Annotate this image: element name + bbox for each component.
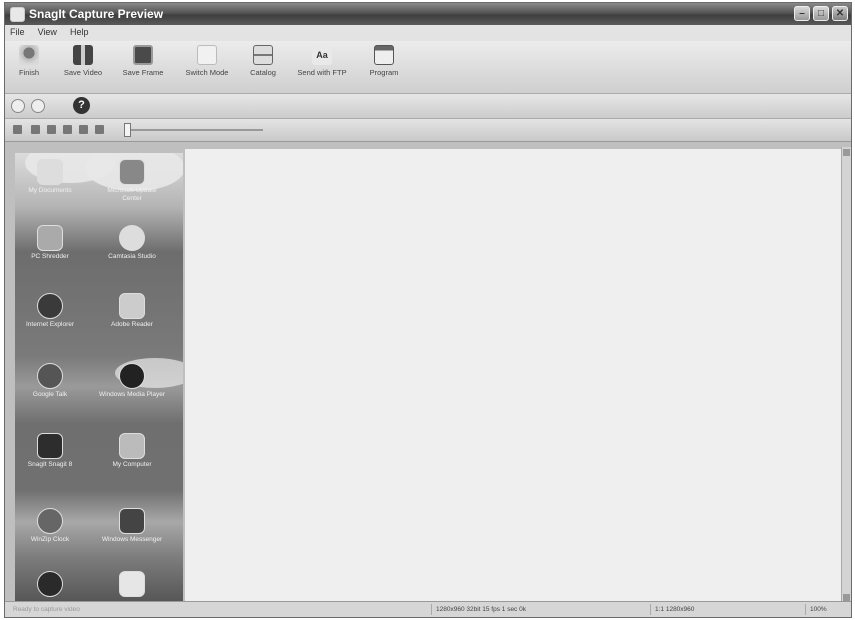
menu-help[interactable]: Help — [65, 25, 94, 39]
last-frame-icon[interactable] — [79, 125, 88, 134]
internet-explorer-icon — [37, 293, 63, 319]
status-dimensions: 1:1 1280x960 — [650, 604, 805, 615]
finish-stamp-icon — [19, 45, 39, 65]
zoom-in-icon[interactable] — [11, 99, 25, 113]
status-zoom: 100% — [805, 604, 850, 615]
desktop-icon: WinZip Clock — [15, 508, 85, 544]
desktop-icon — [97, 571, 167, 597]
messenger-icon — [119, 508, 145, 534]
menu-bar: File View Help — [5, 25, 851, 41]
desktop-icon: Google Talk — [15, 363, 85, 399]
save-frame-label: Save Frame — [122, 68, 164, 77]
switch-mode-label: Switch Mode — [185, 68, 229, 77]
preview-canvas[interactable] — [185, 149, 842, 601]
shredder-icon — [37, 225, 63, 251]
my-computer-icon — [119, 433, 145, 459]
title-bar[interactable]: SnagIt Capture Preview – □ ✕ — [5, 3, 851, 25]
snagit-capture-preview-window: SnagIt Capture Preview – □ ✕ File View H… — [4, 2, 852, 618]
playback-toolbar — [5, 119, 851, 142]
stop-icon[interactable] — [95, 125, 104, 134]
program-icon — [374, 45, 394, 65]
catalog-label: Catalog — [250, 68, 276, 77]
frame-slider-track[interactable] — [125, 129, 263, 131]
desktop-icon: Internet Explorer — [15, 293, 85, 329]
vertical-scrollbar[interactable] — [841, 147, 851, 603]
status-message: Ready to capture video — [13, 606, 80, 613]
minimize-button[interactable]: – — [794, 6, 810, 21]
finish-label: Finish — [18, 68, 39, 77]
menu-view[interactable]: View — [33, 25, 62, 39]
frame-slider-thumb[interactable] — [124, 123, 131, 137]
send-ftp-label: Send with FTP — [297, 68, 347, 77]
zoom-toolbar: ? — [5, 94, 851, 119]
help-icon[interactable]: ? — [73, 97, 90, 114]
save-video-button[interactable]: Save Video — [57, 45, 109, 89]
snagit-icon — [37, 433, 63, 459]
firefox-icon — [37, 571, 63, 597]
close-button[interactable]: ✕ — [832, 6, 848, 21]
desktop-icon: Microsoft Update Center — [97, 159, 167, 203]
folder-icon — [119, 571, 145, 597]
scroll-down-icon[interactable] — [843, 594, 850, 601]
program-label: Program — [369, 68, 399, 77]
catalog-icon — [253, 45, 273, 65]
desktop-icon: SnagIt Snagit 8 — [15, 433, 85, 469]
desktop-icon: Windows Messenger — [97, 508, 167, 544]
next-frame-icon[interactable] — [63, 125, 72, 134]
catalog-button[interactable]: Catalog — [243, 45, 283, 89]
play-icon[interactable] — [47, 125, 56, 134]
main-toolbar: Finish Save Video Save Frame Switch Mode… — [5, 41, 851, 94]
desktop-capture-thumbnail: My Documents Microsoft Update Center PC … — [15, 153, 183, 603]
save-video-icon — [73, 45, 93, 65]
switch-mode-icon — [197, 45, 217, 65]
save-frame-icon — [133, 45, 153, 65]
scroll-up-icon[interactable] — [843, 149, 850, 156]
status-bar: Ready to capture video 1280x960 32bit 15… — [5, 601, 851, 617]
clock-icon — [37, 508, 63, 534]
app-icon — [10, 7, 25, 22]
adobe-reader-icon — [119, 293, 145, 319]
update-center-icon — [119, 159, 145, 185]
program-button[interactable]: Program — [361, 45, 407, 89]
desktop-icon: Windows Media Player — [97, 363, 167, 399]
first-frame-icon[interactable] — [13, 125, 22, 134]
camtasia-icon — [119, 225, 145, 251]
desktop-icon: Camtasia Studio — [97, 225, 167, 261]
zoom-out-icon[interactable] — [31, 99, 45, 113]
send-ftp-icon: Aa — [312, 45, 332, 65]
google-talk-icon — [37, 363, 63, 389]
send-ftp-button[interactable]: Aa Send with FTP — [291, 45, 353, 89]
save-frame-button[interactable]: Save Frame — [115, 45, 171, 89]
desktop-icon: Adobe Reader — [97, 293, 167, 329]
my-documents-icon — [37, 159, 63, 185]
previous-frame-icon[interactable] — [31, 125, 40, 134]
desktop-icon — [15, 571, 85, 597]
switch-mode-button[interactable]: Switch Mode — [177, 45, 237, 89]
window-title: SnagIt Capture Preview — [29, 7, 164, 21]
maximize-button[interactable]: □ — [813, 6, 829, 21]
media-player-icon — [119, 363, 145, 389]
status-capture-info: 1280x960 32bit 15 fps 1 sec 0k — [431, 604, 648, 615]
desktop-icon: PC Shredder — [15, 225, 85, 261]
desktop-icon: My Computer — [97, 433, 167, 469]
desktop-icon: My Documents — [15, 159, 85, 195]
preview-area: My Documents Microsoft Update Center PC … — [5, 142, 851, 603]
menu-file[interactable]: File — [5, 25, 30, 39]
save-video-label: Save Video — [63, 68, 103, 77]
finish-button[interactable]: Finish — [9, 45, 49, 89]
